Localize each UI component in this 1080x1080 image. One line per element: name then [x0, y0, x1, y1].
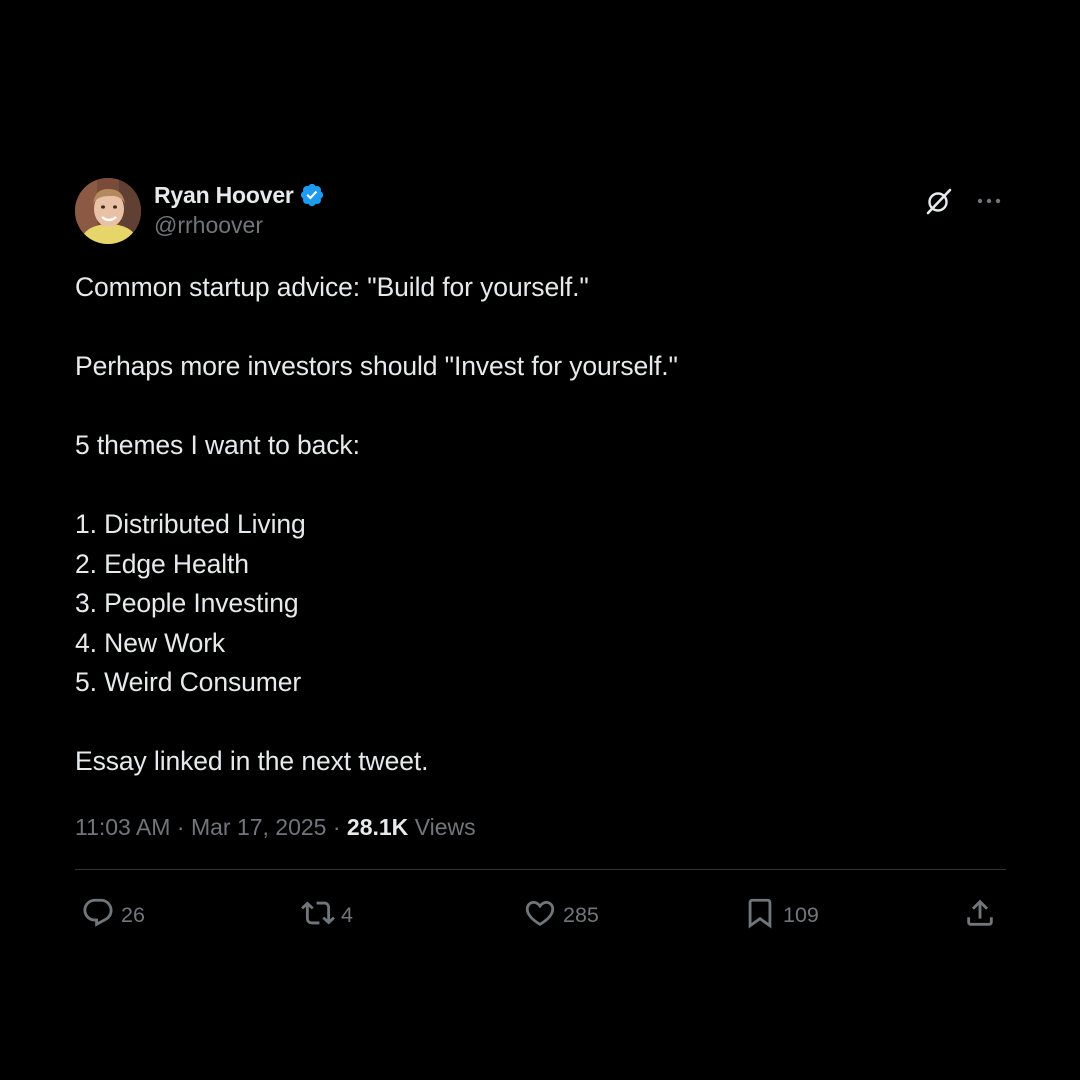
tweet-line: Essay linked in the next tweet.	[75, 746, 429, 776]
heart-icon	[523, 896, 557, 936]
bookmark-icon	[743, 896, 777, 936]
tweet-line: Perhaps more investors should "Invest fo…	[75, 351, 678, 381]
bookmark-button[interactable]: 109	[743, 896, 819, 936]
views-label: Views	[414, 813, 476, 840]
meta-separator: ·	[332, 813, 341, 840]
tweet-header: Ryan Hoover @rrhoover	[75, 178, 1006, 246]
tweet-line: 5 themes I want to back:	[75, 430, 360, 460]
display-name-row: Ryan Hoover	[154, 180, 325, 210]
tweet-meta: 11:03 AM · Mar 17, 2025 · 28.1K Views	[75, 811, 1006, 843]
share-button[interactable]	[963, 896, 997, 936]
share-icon	[963, 896, 997, 936]
action-bar: 26 4 285 109	[75, 884, 1006, 944]
tweet-time[interactable]: 11:03 AM	[75, 814, 170, 840]
theme-list-item: 4. New Work	[75, 627, 226, 658]
meta-separator: ·	[176, 813, 185, 840]
divider	[75, 868, 1006, 870]
reply-count: 26	[121, 903, 145, 927]
avatar[interactable]	[75, 178, 141, 244]
theme-list-item: 5. Weird Consumer	[75, 667, 302, 697]
theme-list-item: 2. Edge Health	[75, 548, 249, 579]
retweet-button[interactable]: 4	[301, 896, 353, 936]
like-count: 285	[563, 903, 599, 927]
views-count: 28.1K	[346, 813, 409, 840]
display-name[interactable]: Ryan Hoover	[154, 182, 294, 209]
more-options-icon[interactable]	[974, 186, 1004, 216]
tweet: Ryan Hoover @rrhoover Common startup adv…	[75, 178, 1006, 944]
grok-icon[interactable]	[924, 186, 954, 216]
retweet-count: 4	[341, 903, 353, 927]
reply-icon	[81, 896, 115, 936]
author-handle[interactable]: @rrhoover	[154, 212, 325, 239]
tweet-line: Common startup advice: "Build for yourse…	[75, 272, 589, 302]
tweet-text: Common startup advice: "Build for yourse…	[75, 268, 1006, 782]
author-names: Ryan Hoover @rrhoover	[154, 180, 325, 239]
theme-list-item: 1. Distributed Living	[75, 509, 306, 539]
like-button[interactable]: 285	[523, 896, 599, 936]
theme-list-item: 3. People Investing	[75, 588, 299, 618]
tweet-date[interactable]: Mar 17, 2025	[191, 814, 327, 840]
bookmark-count: 109	[783, 903, 819, 927]
retweet-icon	[301, 896, 335, 936]
reply-button[interactable]: 26	[81, 896, 145, 936]
verified-badge-icon[interactable]	[299, 182, 325, 208]
